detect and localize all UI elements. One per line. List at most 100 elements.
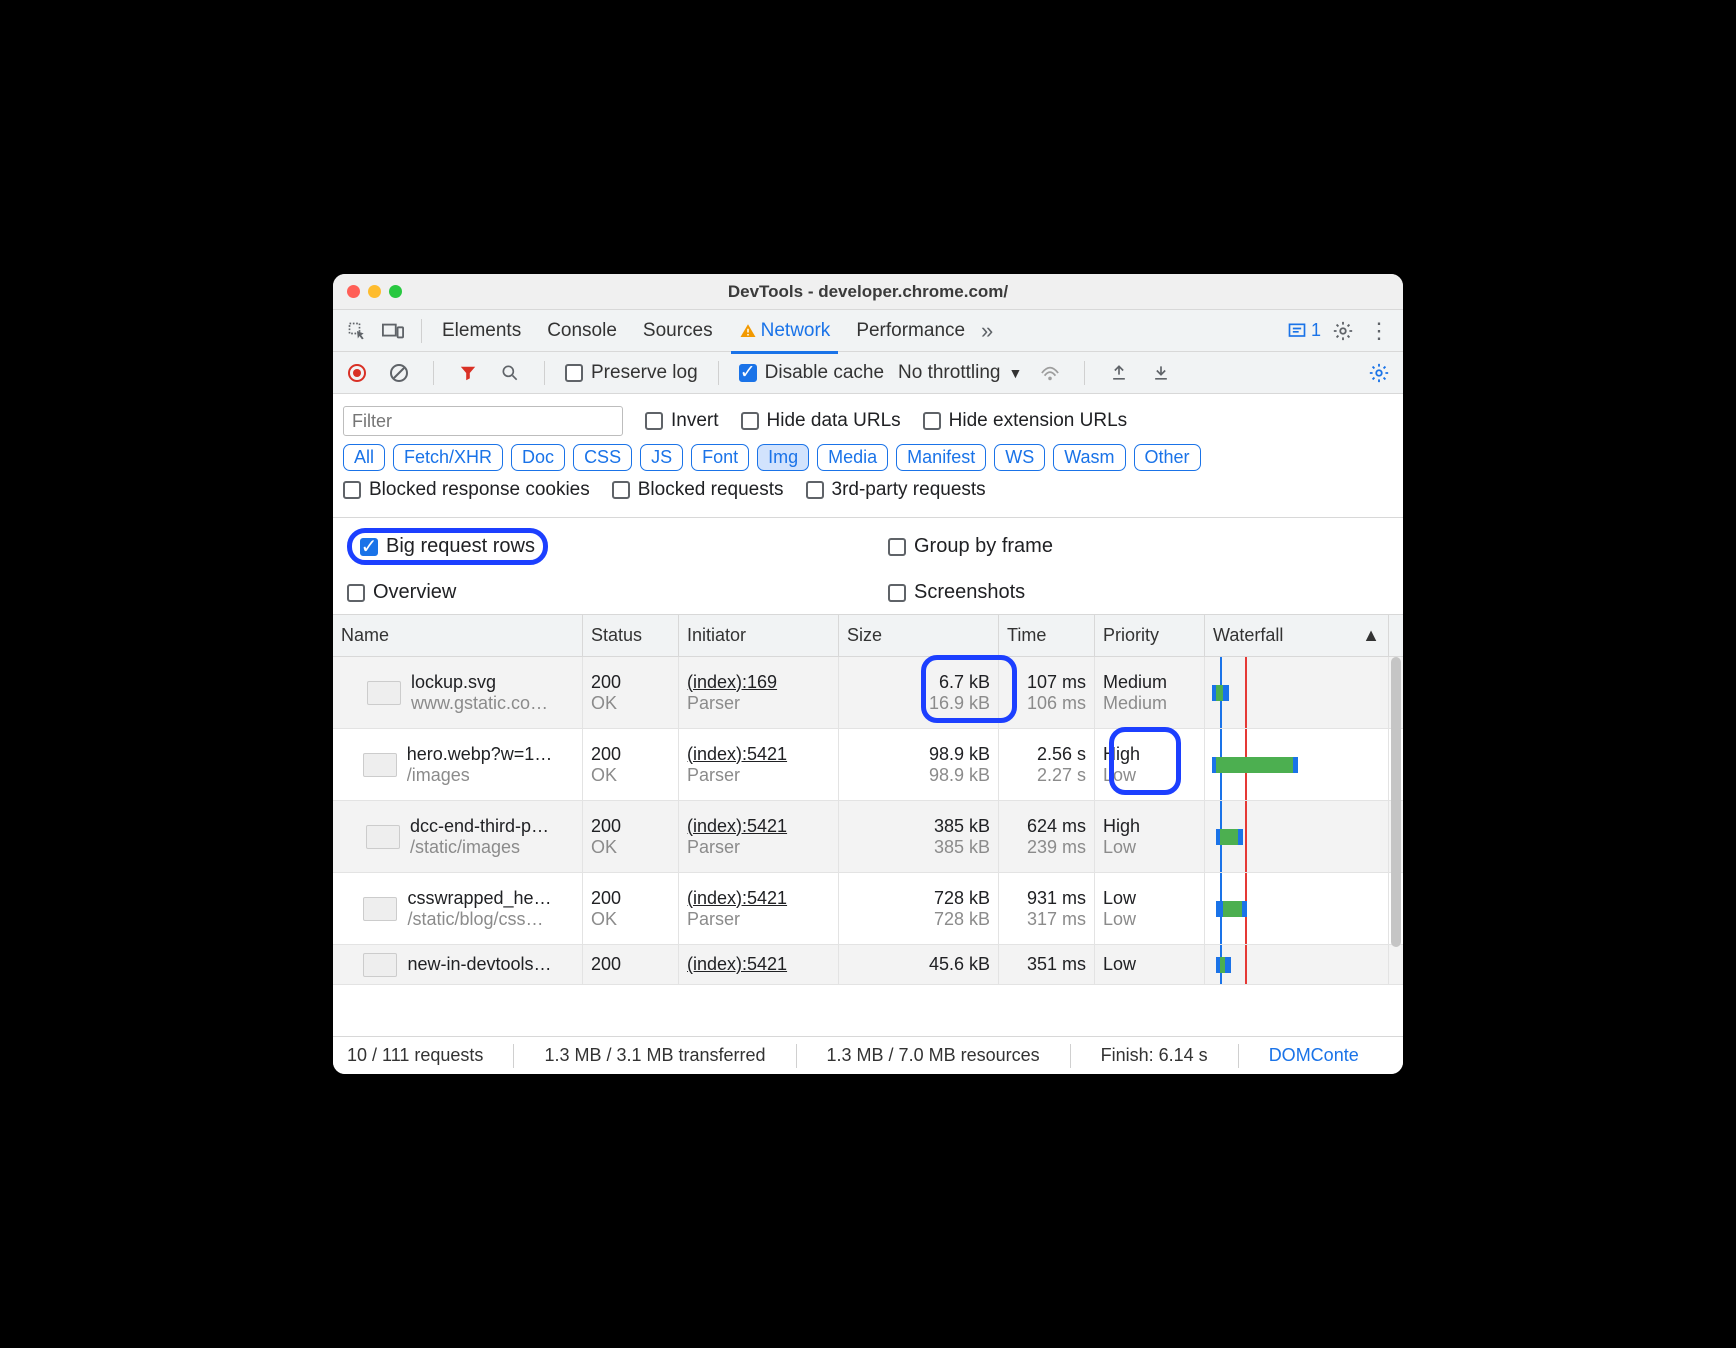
type-chip-doc[interactable]: Doc [511,444,565,471]
waterfall-cell [1205,729,1389,800]
type-chip-manifest[interactable]: Manifest [896,444,986,471]
type-chip-all[interactable]: All [343,444,385,471]
record-button[interactable] [343,359,371,387]
tab-elements[interactable]: Elements [442,312,521,350]
maximize-window-button[interactable] [389,285,402,298]
status-transferred: 1.3 MB / 3.1 MB transferred [544,1045,765,1066]
display-options: ✓Big request rows Group by frame Overvie… [333,518,1403,615]
filter-bar: Invert Hide data URLs Hide extension URL… [333,394,1403,518]
issues-button[interactable]: 1 [1287,320,1321,341]
devtools-window: DevTools - developer.chrome.com/ Element… [333,274,1403,1074]
clear-button[interactable] [385,359,413,387]
hide-extension-urls-checkbox[interactable]: Hide extension URLs [923,410,1127,432]
type-chip-js[interactable]: JS [640,444,683,471]
network-settings-icon[interactable] [1365,359,1393,387]
status-finish: Finish: 6.14 s [1101,1045,1208,1066]
col-size[interactable]: Size [839,615,999,656]
network-conditions-icon[interactable] [1036,359,1064,387]
initiator-link[interactable]: (index):169 [687,672,830,693]
big-request-rows-highlight: ✓Big request rows [347,528,548,565]
window-title: DevTools - developer.chrome.com/ [333,282,1403,302]
filter-input[interactable] [343,406,623,436]
scrollbar-thumb[interactable] [1391,657,1401,947]
upload-har-icon[interactable] [1105,359,1133,387]
kebab-menu-icon[interactable]: ⋮ [1365,317,1393,345]
table-row[interactable]: hero.webp?w=1…/images200OK(index):5421Pa… [333,729,1403,801]
resource-path: www.gstatic.co… [411,693,548,714]
type-chip-media[interactable]: Media [817,444,888,471]
titlebar: DevTools - developer.chrome.com/ [333,274,1403,310]
col-time[interactable]: Time [999,615,1095,656]
waterfall-cell [1205,657,1389,728]
initiator-link[interactable]: (index):5421 [687,888,830,909]
type-chip-img[interactable]: Img [757,444,809,471]
minimize-window-button[interactable] [368,285,381,298]
network-table: Name Status Initiator Size Time Priority… [333,615,1403,1036]
type-chip-ws[interactable]: WS [994,444,1045,471]
invert-checkbox[interactable]: Invert [645,410,719,432]
col-waterfall[interactable]: Waterfall▲ [1205,615,1389,656]
throttling-select[interactable]: No throttling ▼ [898,362,1022,384]
chevron-down-icon: ▼ [1008,365,1022,381]
type-chip-font[interactable]: Font [691,444,749,471]
initiator-link[interactable]: (index):5421 [687,744,830,765]
table-row[interactable]: lockup.svgwww.gstatic.co…200OK(index):16… [333,657,1403,729]
type-chip-other[interactable]: Other [1134,444,1201,471]
col-initiator[interactable]: Initiator [679,615,839,656]
type-chip-fetchxhr[interactable]: Fetch/XHR [393,444,503,471]
resource-thumb [363,897,397,921]
third-party-checkbox[interactable]: 3rd-party requests [806,479,986,501]
waterfall-cell [1205,945,1389,984]
screenshots-checkbox[interactable]: Screenshots [888,581,1389,604]
resource-thumb [363,953,397,977]
tab-performance[interactable]: Performance [856,312,965,350]
preserve-log-checkbox[interactable]: Preserve log [565,362,698,384]
status-requests: 10 / 111 requests [347,1045,483,1066]
table-row[interactable]: new-in-devtools…200(index):542145.6 kB35… [333,945,1403,985]
resource-name: lockup.svg [411,672,548,693]
resource-thumb [367,681,401,705]
resource-name: hero.webp?w=1… [407,744,553,765]
tab-sources[interactable]: Sources [643,312,713,350]
table-header: Name Status Initiator Size Time Priority… [333,615,1403,657]
resource-path: /static/images [410,837,549,858]
col-status[interactable]: Status [583,615,679,656]
initiator-link[interactable]: (index):5421 [687,954,830,975]
hide-data-urls-checkbox[interactable]: Hide data URLs [741,410,901,432]
resource-name: csswrapped_he… [407,888,551,909]
status-domcontent[interactable]: DOMConte [1269,1045,1359,1066]
filter-icon[interactable] [454,359,482,387]
group-by-frame-checkbox[interactable]: Group by frame [888,528,1389,565]
panel-toolbar: Elements Console Sources Network Perform… [333,310,1403,352]
resource-thumb [363,753,397,777]
type-chip-wasm[interactable]: Wasm [1053,444,1125,471]
download-har-icon[interactable] [1147,359,1175,387]
resource-path: /images [407,765,553,786]
col-priority[interactable]: Priority [1095,615,1205,656]
inspect-element-icon[interactable] [343,317,371,345]
more-tabs-icon[interactable]: » [973,317,1001,345]
tab-console[interactable]: Console [547,312,617,350]
warning-icon [739,322,757,340]
col-name[interactable]: Name [333,615,583,656]
table-row[interactable]: dcc-end-third-p…/static/images200OK(inde… [333,801,1403,873]
disable-cache-checkbox[interactable]: ✓Disable cache [739,362,884,384]
overview-checkbox[interactable]: Overview [347,581,848,604]
search-icon[interactable] [496,359,524,387]
tab-network[interactable]: Network [739,312,831,350]
initiator-link[interactable]: (index):5421 [687,816,830,837]
close-window-button[interactable] [347,285,360,298]
type-filter-chips: All Fetch/XHR Doc CSS JS Font Img Media Manifest… [343,444,1393,471]
type-chip-css[interactable]: CSS [573,444,632,471]
resource-name: dcc-end-third-p… [410,816,549,837]
waterfall-cell [1205,801,1389,872]
table-row[interactable]: csswrapped_he…/static/blog/css…200OK(ind… [333,873,1403,945]
blocked-cookies-checkbox[interactable]: Blocked response cookies [343,479,590,501]
settings-icon[interactable] [1329,317,1357,345]
device-toolbar-icon[interactable] [379,317,407,345]
blocked-requests-checkbox[interactable]: Blocked requests [612,479,784,501]
big-request-rows-checkbox[interactable]: ✓Big request rows [360,535,535,558]
network-toolbar: Preserve log ✓Disable cache No throttlin… [333,352,1403,394]
issues-icon [1287,321,1307,341]
panel-tabs: Elements Console Sources Network Perform… [442,312,965,350]
